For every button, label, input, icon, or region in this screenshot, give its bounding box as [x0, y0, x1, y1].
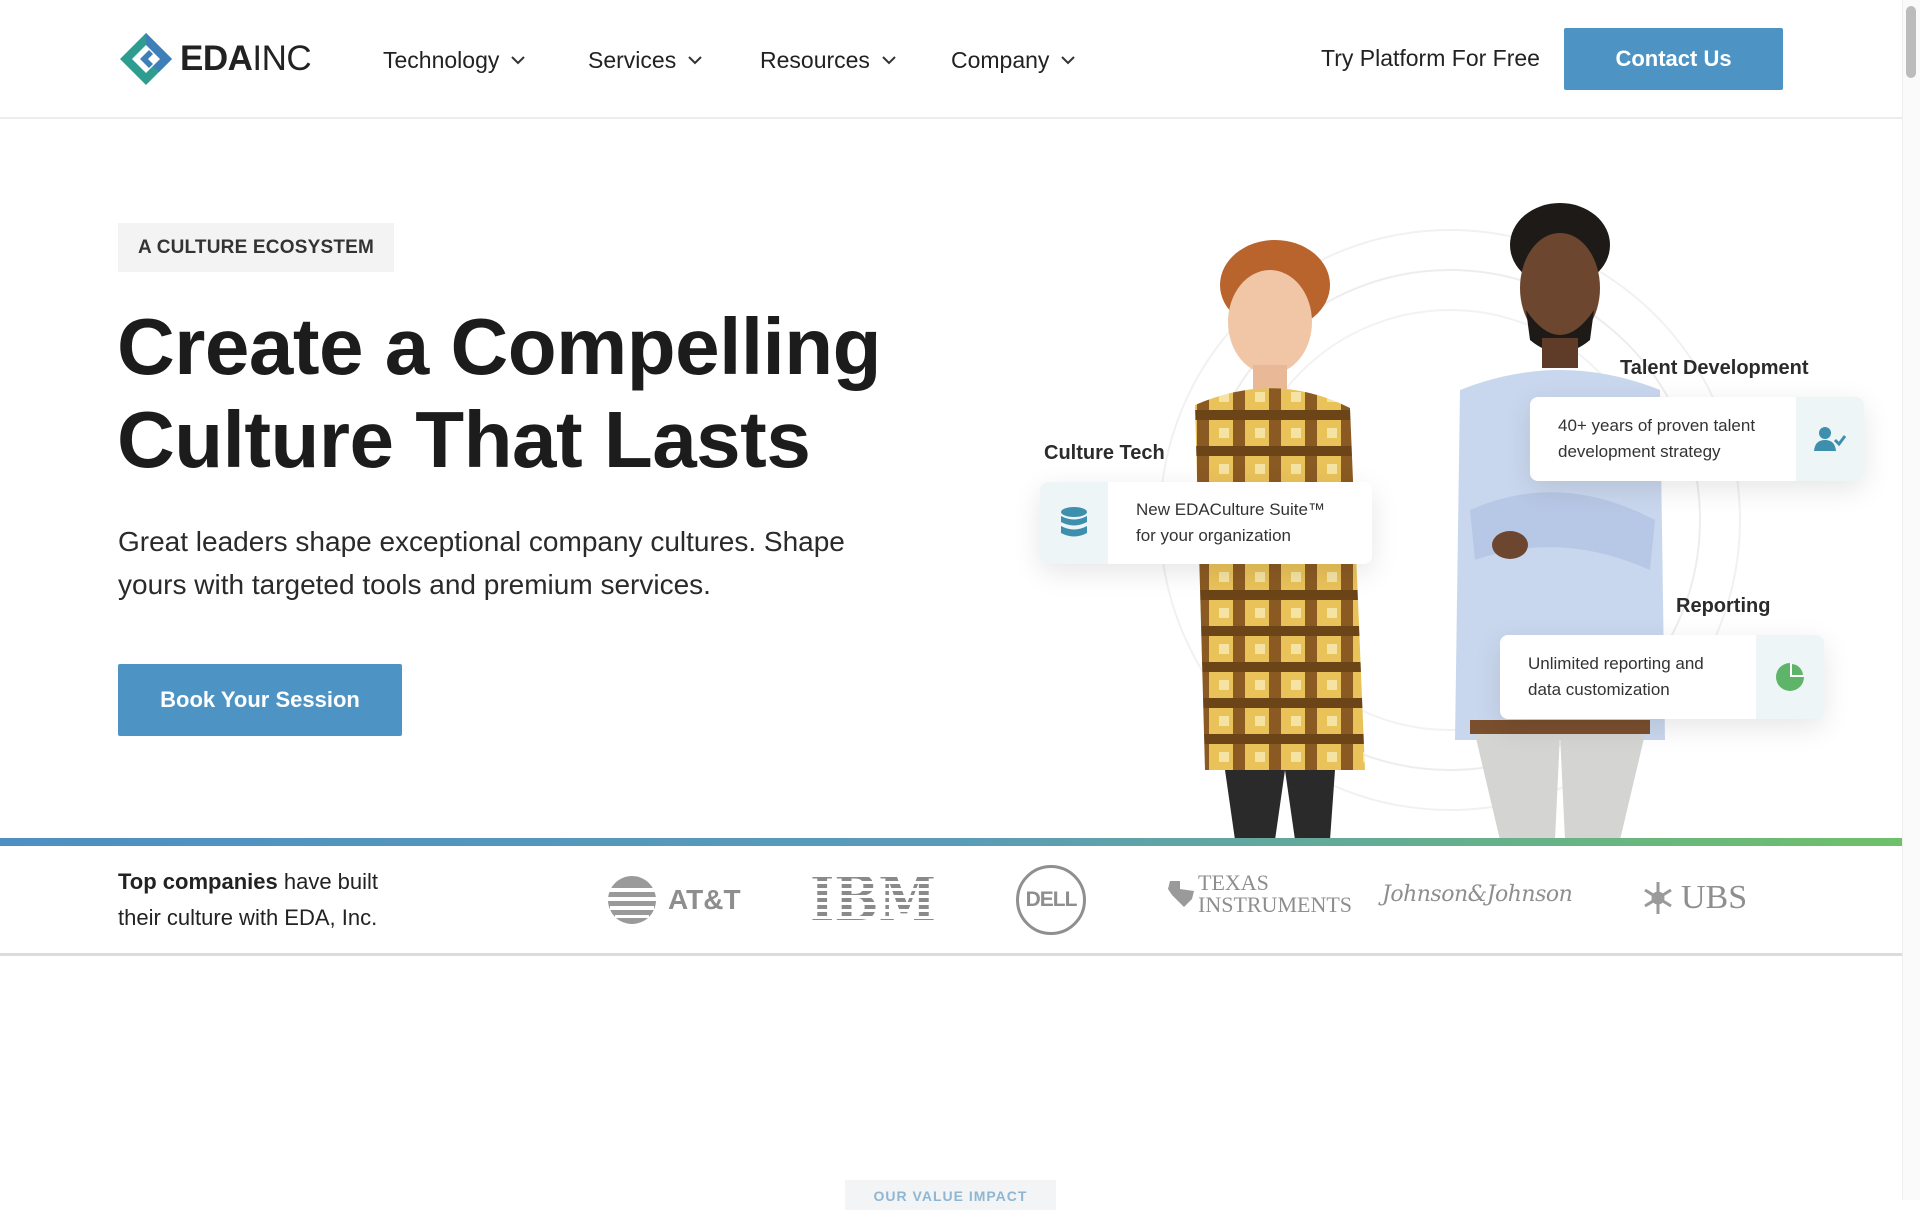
- gradient-divider: [0, 838, 1902, 846]
- chevron-down-icon: [688, 56, 702, 65]
- reporting-line2: data customization: [1528, 680, 1670, 699]
- client-logos-strip: Top companies have built their culture w…: [0, 846, 1902, 956]
- main-nav: Technology Services Resources Company: [383, 40, 1101, 80]
- clients-lead-line2: their culture with EDA, Inc.: [118, 905, 378, 930]
- dell-wordmark: DELL: [1025, 888, 1078, 911]
- ubs-wordmark: UBS: [1681, 879, 1748, 916]
- value-impact-tag: OUR VALUE IMPACT: [845, 1180, 1056, 1210]
- pie-chart-icon: [1776, 663, 1804, 691]
- ubs-logo: UBS: [1639, 878, 1747, 918]
- hero-title: Create a Compelling Culture That Lasts: [117, 300, 917, 486]
- talent-dev-card: 40+ years of proven talent development st…: [1530, 397, 1864, 481]
- clients-lead-text: Top companies have built their culture w…: [118, 864, 438, 936]
- dell-logo: DELL: [1016, 865, 1086, 935]
- nav-resources-label: Resources: [760, 46, 870, 73]
- chevron-down-icon: [511, 56, 526, 65]
- nav-company-label: Company: [951, 46, 1050, 73]
- talent-dev-line1: 40+ years of proven talent: [1558, 416, 1756, 435]
- texas-state-icon: [1168, 881, 1194, 907]
- culture-tech-card: New EDACulture Suite™ for your organizati…: [1040, 482, 1372, 564]
- reporting-card: Unlimited reporting and data customizatio…: [1500, 635, 1824, 719]
- scrollbar-thumb[interactable]: [1906, 6, 1916, 78]
- hero-title-line1: Create a Compelling: [117, 302, 882, 391]
- contact-us-button[interactable]: Contact Us: [1564, 28, 1783, 90]
- ti-line2: INSTRUMENTS: [1198, 892, 1353, 917]
- page-scrollbar[interactable]: [1902, 0, 1920, 1200]
- nav-technology-label: Technology: [383, 46, 500, 73]
- talent-dev-text: 40+ years of proven talent development st…: [1530, 397, 1796, 481]
- reporting-icon-cell: [1756, 635, 1824, 719]
- man-photo: [1455, 203, 1665, 840]
- culture-tech-line2: for your organization: [1136, 526, 1291, 545]
- chevron-down-icon: [882, 56, 896, 65]
- culture-tech-title: Culture Tech: [1044, 442, 1165, 464]
- culture-tech-text: New EDACulture Suite™ for your organizati…: [1108, 482, 1353, 564]
- ubs-keys-icon: [1644, 882, 1672, 914]
- eda-logo-mark-icon: [120, 33, 172, 85]
- chevron-down-icon: [1061, 56, 1076, 65]
- logo-wordmark: EDAINC: [180, 39, 312, 78]
- clients-lead-bold: Top companies: [118, 869, 278, 894]
- hero-illustration: Culture Tech New EDACulture Suite™ for yo…: [1010, 120, 1902, 840]
- database-icon: [1061, 507, 1087, 537]
- nav-resources[interactable]: Resources: [760, 47, 951, 74]
- try-platform-link[interactable]: Try Platform For Free: [1321, 45, 1540, 72]
- talent-dev-title: Talent Development: [1620, 357, 1809, 379]
- site-header: EDAINC Technology Services Resources Com…: [0, 0, 1902, 119]
- hero-subtitle: Great leaders shape exceptional company …: [118, 526, 845, 600]
- ibm-logo: IBM: [808, 870, 938, 926]
- talent-dev-line2: development strategy: [1558, 442, 1721, 461]
- nav-company[interactable]: Company: [951, 47, 1101, 74]
- talent-dev-icon-cell: [1796, 397, 1864, 481]
- dell-circle: DELL: [1016, 865, 1086, 935]
- nav-technology[interactable]: Technology: [383, 47, 588, 74]
- culture-tech-line1: New EDACulture Suite™: [1136, 500, 1325, 519]
- johnson-johnson-logo: Johnson&Johnson: [1382, 882, 1573, 907]
- jnj-wordmark: Johnson&Johnson: [1382, 882, 1573, 907]
- nav-services[interactable]: Services: [588, 47, 760, 74]
- att-globe-icon: [608, 876, 656, 924]
- att-logo: AT&T: [606, 874, 741, 926]
- eda-logo[interactable]: EDAINC: [118, 30, 312, 88]
- hero-eyebrow-tag: A CULTURE ECOSYSTEM: [118, 223, 395, 272]
- nav-services-label: Services: [588, 46, 677, 73]
- reporting-title: Reporting: [1676, 595, 1771, 617]
- hero-title-line2: Culture That Lasts: [117, 395, 811, 484]
- reporting-text: Unlimited reporting and data customizatio…: [1500, 635, 1756, 719]
- ti-line1: TEXAS: [1198, 870, 1269, 895]
- att-wordmark: AT&T: [668, 884, 741, 915]
- book-session-button[interactable]: Book Your Session: [118, 664, 402, 736]
- clients-lead-rest: have built: [277, 869, 379, 894]
- ibm-stripes-icon: IBM: [810, 870, 936, 926]
- texas-instruments-logo: TEXAS INSTRUMENTS: [1166, 872, 1352, 916]
- culture-tech-icon-cell: [1040, 482, 1108, 564]
- svg-text:IBM: IBM: [810, 870, 936, 926]
- ti-wordmark: TEXAS INSTRUMENTS: [1198, 872, 1352, 916]
- reporting-line1: Unlimited reporting and: [1528, 654, 1704, 673]
- user-check-icon: [1814, 427, 1846, 451]
